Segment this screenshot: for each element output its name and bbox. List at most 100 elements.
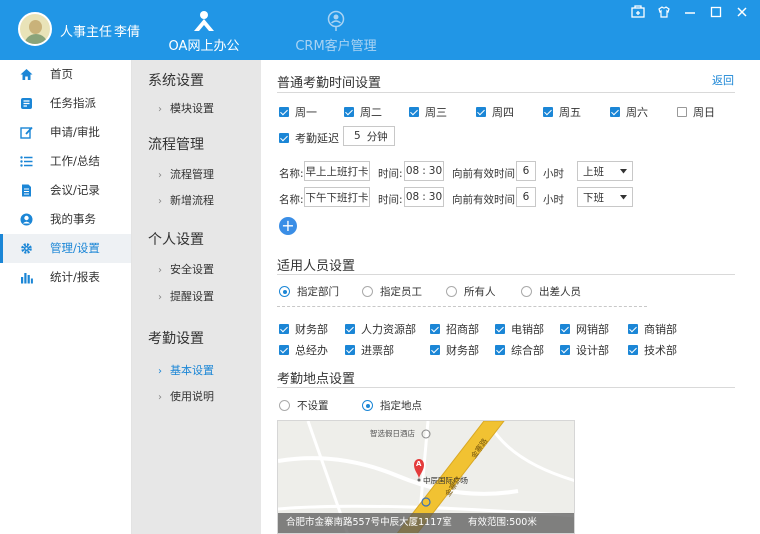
rule-time-input[interactable]: 08:30 (404, 187, 444, 207)
checkbox-box[interactable] (345, 324, 355, 334)
rule-valid-input[interactable]: 6 (516, 161, 536, 181)
checkbox-box[interactable] (430, 345, 440, 355)
rule-name-input[interactable]: 下午下班打卡 (304, 187, 370, 207)
checkbox-dept[interactable]: 财务部 (279, 321, 328, 337)
checkbox-box[interactable] (495, 345, 505, 355)
skin-icon[interactable] (656, 4, 672, 20)
sidebar-item-affairs[interactable]: 我的事务 (0, 205, 131, 234)
radio-circle[interactable] (279, 286, 290, 297)
checkbox-wednesday[interactable]: 周三 (409, 104, 447, 120)
user-icon (20, 213, 33, 226)
checkbox-thursday[interactable]: 周四 (476, 104, 514, 120)
tab-crm[interactable]: CRM客户管理 (276, 0, 396, 60)
rule-type-select[interactable]: 下班 (577, 187, 633, 207)
sidebar-item-task[interactable]: 任务指派 (0, 89, 131, 118)
dashed-divider (277, 306, 647, 307)
checkbox-monday[interactable]: 周一 (279, 104, 317, 120)
radio-everyone[interactable]: 所有人 (446, 284, 496, 299)
sidebar-item-work[interactable]: 工作/总结 (0, 147, 131, 176)
checkbox-box[interactable] (430, 324, 440, 334)
rule-type-select[interactable]: 上班 (577, 161, 633, 181)
checkbox-box[interactable] (279, 345, 289, 355)
main-sidebar: 首页 任务指派 申请/审批 工作/总结 会议/记录 我的事务 管理/设置 统计/… (0, 60, 132, 534)
checkbox-dept[interactable]: 综合部 (495, 342, 544, 358)
sidebar-item-approval[interactable]: 申请/审批 (0, 118, 131, 147)
delay-input[interactable]: 5 分钟 (343, 126, 395, 146)
back-link[interactable]: 返回 (712, 72, 734, 88)
checkbox-dept[interactable]: 招商部 (430, 321, 479, 337)
checkbox-box[interactable] (476, 107, 486, 117)
checkbox-box[interactable] (344, 107, 354, 117)
subnav-item-security[interactable]: › 安全设置 (158, 261, 214, 277)
rule-valid-input[interactable]: 6 (516, 187, 536, 207)
rule-time-label: 时间: (378, 168, 403, 180)
app-icon[interactable] (630, 4, 646, 20)
checkbox-box[interactable] (409, 107, 419, 117)
subnav-item-module[interactable]: › 模块设置 (158, 100, 214, 116)
checkbox-dept[interactable]: 总经办 (279, 342, 328, 358)
checkbox-friday[interactable]: 周五 (543, 104, 581, 120)
sidebar-item-meeting[interactable]: 会议/记录 (0, 176, 131, 205)
checkbox-box[interactable] (279, 324, 289, 334)
checkbox-tuesday[interactable]: 周二 (344, 104, 382, 120)
maximize-icon[interactable] (708, 4, 724, 20)
radio-employee[interactable]: 指定员工 (362, 284, 422, 299)
tab-oa[interactable]: OA网上办公 (144, 0, 264, 60)
location-map[interactable]: 智选假日酒店 中辰国际广场 金寨路 金寨路 A 合肥市金寨南路557号中辰大厦1… (277, 420, 575, 534)
checkbox-dept[interactable]: 人力资源部 (345, 321, 416, 337)
checkbox-dept[interactable]: 电销部 (495, 321, 544, 337)
checkbox-dept[interactable]: 网销部 (560, 321, 609, 337)
checkbox-dept[interactable]: 商销部 (628, 321, 677, 337)
checkbox-dept[interactable]: 技术部 (628, 342, 677, 358)
chevron-right-icon: › (158, 392, 162, 403)
checkbox-box[interactable] (628, 345, 638, 355)
radio-no-location[interactable]: 不设置 (279, 398, 329, 413)
sidebar-item-home[interactable]: 首页 (0, 60, 131, 89)
chevron-down-icon (620, 168, 627, 173)
rule-time-input[interactable]: 08:30 (404, 161, 444, 181)
checkbox-sunday[interactable]: 周日 (677, 104, 715, 120)
close-icon[interactable] (734, 4, 750, 20)
checkbox-box[interactable] (543, 107, 553, 117)
radio-travel[interactable]: 出差人员 (521, 284, 581, 299)
radio-department[interactable]: 指定部门 (279, 284, 339, 299)
checkbox-box[interactable] (279, 133, 289, 143)
radio-specify-location[interactable]: 指定地点 (362, 398, 422, 413)
rule-name-input[interactable]: 早上上班打卡 (304, 161, 370, 181)
radio-circle[interactable] (279, 400, 290, 411)
radio-circle[interactable] (362, 400, 373, 411)
subnav-item-help[interactable]: › 使用说明 (158, 388, 214, 404)
tab-crm-label: CRM客户管理 (295, 39, 377, 54)
checkbox-box[interactable] (610, 107, 620, 117)
checkbox-box[interactable] (677, 107, 687, 117)
add-rule-button[interactable]: + (279, 217, 297, 235)
user-role: 人事主任 (60, 25, 113, 40)
rule-name-label: 名称: (279, 194, 304, 206)
checkbox-dept[interactable]: 设计部 (560, 342, 609, 358)
user-avatar[interactable] (18, 12, 52, 46)
checkbox-saturday[interactable]: 周六 (610, 104, 648, 120)
checkbox-box[interactable] (628, 324, 638, 334)
checkbox-dept[interactable]: 进票部 (345, 342, 394, 358)
checkbox-dept[interactable]: 财务部 (430, 342, 479, 358)
checkbox-delay[interactable]: 考勤延迟 (279, 130, 339, 146)
chevron-right-icon: › (158, 170, 162, 181)
map-poi-hotel: 智选假日酒店 (370, 429, 415, 438)
minimize-icon[interactable] (682, 4, 698, 20)
checkbox-box[interactable] (345, 345, 355, 355)
sidebar-item-settings[interactable]: 管理/设置 (0, 234, 131, 263)
radio-circle[interactable] (521, 286, 532, 297)
subnav-item-flow-manage[interactable]: › 流程管理 (158, 166, 214, 182)
subnav-item-reminder[interactable]: › 提醒设置 (158, 288, 214, 304)
radio-circle[interactable] (362, 286, 373, 297)
subnav-item-flow-add[interactable]: › 新增流程 (158, 192, 214, 208)
checkbox-box[interactable] (495, 324, 505, 334)
sidebar-item-stats[interactable]: 统计/报表 (0, 263, 131, 292)
chevron-right-icon: › (158, 104, 162, 115)
subnav-item-basic[interactable]: › 基本设置 (158, 362, 214, 378)
checkbox-box[interactable] (279, 107, 289, 117)
checkbox-box[interactable] (560, 324, 570, 334)
map-marker-icon[interactable]: A (416, 460, 421, 468)
radio-circle[interactable] (446, 286, 457, 297)
checkbox-box[interactable] (560, 345, 570, 355)
